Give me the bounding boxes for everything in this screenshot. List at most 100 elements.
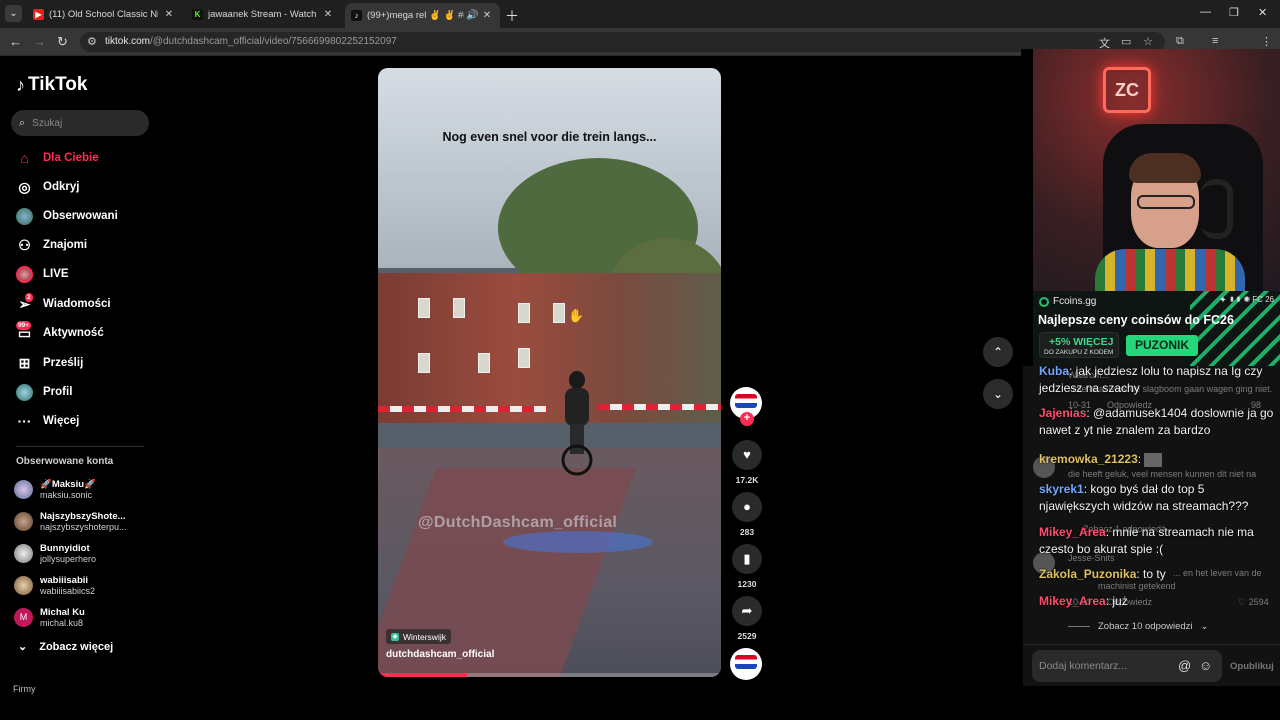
video-author[interactable]: dutchdashcam_official xyxy=(386,649,494,660)
previous-video-button[interactable]: ⌃ xyxy=(983,337,1013,367)
activity-badge: 99+ xyxy=(16,320,32,330)
mention-icon[interactable]: @ xyxy=(1178,658,1191,673)
account-handle: maksiu.sonic xyxy=(40,489,93,500)
chat-username: Mikey_Area xyxy=(1039,594,1106,608)
video-window xyxy=(553,303,565,323)
see-more-button[interactable]: ⌄ Zobacz więcej xyxy=(18,640,113,654)
nav-aktywnosc[interactable]: ▭ 99+ Aktywność xyxy=(16,320,156,344)
tab-search-button[interactable]: ⌄ xyxy=(5,5,22,22)
nav-live[interactable]: LIVE xyxy=(16,263,156,285)
live-icon xyxy=(16,265,33,283)
bookmark-star-icon[interactable]: ☆ xyxy=(1143,35,1153,48)
avatar xyxy=(14,479,33,499)
video-window xyxy=(453,298,465,318)
search-box[interactable]: ⌕ xyxy=(11,110,149,136)
publish-button[interactable]: Opublikuj xyxy=(1230,661,1274,672)
sponsor-banner: Fcoins.gg ⯌ ▮▮ ◉ FC 26 Najlepsze ceny co… xyxy=(1033,291,1280,366)
followed-account[interactable]: M Michal Ku michal.ku8 xyxy=(14,603,154,631)
video-window xyxy=(478,353,490,373)
upload-icon: ⊞ xyxy=(18,354,31,371)
promo-code: PUZONIK xyxy=(1126,335,1198,356)
comment-input[interactable] xyxy=(1039,660,1169,672)
maximize-button[interactable]: ❐ xyxy=(1229,6,1239,19)
site-info-icon[interactable]: ⚙ xyxy=(87,35,97,48)
footer-link[interactable]: Firmy xyxy=(13,684,36,694)
account-handle: najszybszyshoterpu... xyxy=(40,521,127,532)
search-icon: ⌕ xyxy=(19,116,26,129)
follow-button[interactable]: + xyxy=(740,412,754,426)
tab-tiktok[interactable]: ♪ (99+)mega rel ✌ ✌ #dlacie 🔊 ✕ xyxy=(345,3,500,28)
messages-badge: 2 xyxy=(25,292,33,302)
back-button[interactable]: ← xyxy=(9,34,22,49)
followed-account[interactable]: 🚀Maksiu🚀 maksiu.sonic xyxy=(14,475,154,503)
chat-message: Zakola_Puzonika: to ty xyxy=(1039,566,1276,583)
replies-line xyxy=(1068,626,1090,627)
nav-wiecej[interactable]: ··· Więcej xyxy=(16,410,156,432)
location-tag[interactable]: ◆ Winterswijk xyxy=(386,629,451,644)
next-video-button[interactable]: ⌄ xyxy=(983,379,1013,409)
nav-dla-ciebie[interactable]: ⌂ Dla Ciebie xyxy=(16,147,156,169)
tiktok-logo[interactable]: ♪ TikTok xyxy=(16,74,87,96)
search-input[interactable] xyxy=(32,117,133,129)
close-icon[interactable]: ✕ xyxy=(321,9,335,20)
comment-input-box[interactable]: @ ☺ xyxy=(1032,650,1222,682)
like-action[interactable]: ♥ 17.2K xyxy=(730,440,764,485)
close-icon[interactable]: ✕ xyxy=(480,10,494,21)
following-avatar-icon xyxy=(16,207,33,225)
nav-przeslij[interactable]: ⊞ Prześlij xyxy=(16,352,156,374)
video-watermark: @DutchDashcam_official xyxy=(418,514,618,531)
new-tab-button[interactable]: ＋ xyxy=(505,6,519,26)
nav-profil[interactable]: Profil xyxy=(16,381,156,403)
see-replies-button[interactable]: Zobacz 10 odpowiedzi ⌄ xyxy=(1068,621,1209,632)
status-icons: ⯌ ▮▮ ◉ xyxy=(1220,295,1253,304)
close-icon[interactable]: ✕ xyxy=(162,9,176,20)
video-player[interactable]: Nog even snel voor die trein langs... @D… xyxy=(378,68,721,677)
nav-label: Prześlij xyxy=(43,357,84,369)
comment-action[interactable]: ● 283 xyxy=(730,492,764,537)
video-progress-bar[interactable] xyxy=(378,673,721,677)
tab-kick[interactable]: K jawaanek Stream - Watch Live o ✕ xyxy=(186,3,341,25)
overlay-status: ⯌ ▮▮ ◉ FC 26 xyxy=(1220,295,1274,305)
chat-message: skyrek1: kogo byś dał do top 5 njawiększ… xyxy=(1039,481,1276,515)
profile-icon xyxy=(16,383,33,401)
video-caption: Nog even snel voor die trein langs... xyxy=(442,130,657,144)
glasses-icon xyxy=(1137,195,1195,209)
followed-account[interactable]: wabiiisabii wabiiisabiics2 xyxy=(14,571,154,599)
url-text: tiktok.com/@dutchdashcam_official/video/… xyxy=(105,36,397,47)
forward-button[interactable]: → xyxy=(33,34,46,49)
comment-text: die heeft geluk, veel mensen kunnen dit … xyxy=(1068,469,1257,479)
nav-obserwowani[interactable]: Obserwowani xyxy=(16,205,156,227)
bookmark-icon: ▮ xyxy=(732,544,762,574)
chevron-down-icon: ⌄ xyxy=(1200,621,1209,632)
window-close-button[interactable]: ✕ xyxy=(1258,6,1267,19)
logo-text: TikTok xyxy=(28,74,88,95)
account-name: Bunnyidiot xyxy=(40,542,90,554)
avatar xyxy=(14,575,33,595)
extensions-icon[interactable]: ⧉ xyxy=(1176,35,1184,48)
emoji-icon[interactable]: ☺ xyxy=(1199,658,1212,673)
nav-znajomi[interactable]: ⚇ Znajomi xyxy=(16,234,156,256)
save-action[interactable]: ▮ 1230 xyxy=(730,544,764,589)
media-control-icon[interactable]: ≡ xyxy=(1212,35,1218,47)
nav-odkryj[interactable]: ◎ Odkryj xyxy=(16,176,156,198)
chat-message: Mikey_Area: już xyxy=(1039,593,1276,610)
minimize-button[interactable]: — xyxy=(1200,6,1211,18)
account-name: wabiiisabii xyxy=(40,574,89,586)
tab-bar: ⌄ ▶ (11) Old School Classic Nightco ✕ K … xyxy=(0,0,1280,28)
url-field[interactable]: ⚙ tiktok.com/@dutchdashcam_official/vide… xyxy=(80,32,1165,52)
sidebar: ♪ TikTok ⌕ ⌂ Dla Ciebie ◎ Odkryj Obserwo… xyxy=(0,57,160,720)
browser-menu-icon[interactable]: ⋮ xyxy=(1261,35,1272,48)
cast-icon[interactable]: ▭ xyxy=(1121,35,1131,48)
followed-account[interactable]: Bunnyidiot jollysuperhero xyxy=(14,539,154,567)
tab-youtube[interactable]: ▶ (11) Old School Classic Nightco ✕ xyxy=(27,3,182,25)
nav-label: Dla Ciebie xyxy=(43,152,99,164)
video-barrier xyxy=(598,404,721,410)
reload-button[interactable]: ↻ xyxy=(57,34,68,50)
nav-label: Więcej xyxy=(43,415,80,427)
audio-icon[interactable]: 🔊 xyxy=(466,10,478,21)
share-action[interactable]: ➦ 2529 xyxy=(730,596,764,641)
nav-wiadomosci[interactable]: ➢ 2 Wiadomości xyxy=(16,292,156,315)
save-count: 1230 xyxy=(737,579,757,589)
sound-avatar[interactable] xyxy=(730,648,762,680)
followed-account[interactable]: NajszybszyShote... najszybszyshoterpu... xyxy=(14,507,154,535)
